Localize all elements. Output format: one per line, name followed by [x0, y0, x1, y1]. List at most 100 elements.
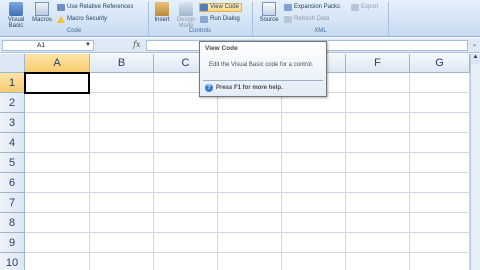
- cell-g9[interactable]: [410, 233, 470, 253]
- cell-f5[interactable]: [346, 153, 410, 173]
- cell-b10[interactable]: [90, 253, 154, 270]
- row-header-9[interactable]: 9: [0, 233, 25, 253]
- row-header-4[interactable]: 4: [0, 133, 25, 153]
- cell-c10[interactable]: [154, 253, 218, 270]
- cell-f3[interactable]: [346, 113, 410, 133]
- visual-basic-button[interactable]: Visual Basic: [4, 2, 28, 29]
- cell-f6[interactable]: [346, 173, 410, 193]
- cell-e6[interactable]: [282, 173, 346, 193]
- cell-e9[interactable]: [282, 233, 346, 253]
- cell-c8[interactable]: [154, 213, 218, 233]
- cell-c9[interactable]: [154, 233, 218, 253]
- cell-e3[interactable]: [282, 113, 346, 133]
- cell-a9[interactable]: [25, 233, 90, 253]
- cell-d6[interactable]: [218, 173, 282, 193]
- cell-b1[interactable]: [90, 73, 154, 93]
- select-all-corner[interactable]: [0, 54, 25, 73]
- cell-e10[interactable]: [282, 253, 346, 270]
- cell-b7[interactable]: [90, 193, 154, 213]
- cell-e8[interactable]: [282, 213, 346, 233]
- cell-b6[interactable]: [90, 173, 154, 193]
- cell-e4[interactable]: [282, 133, 346, 153]
- cell-a8[interactable]: [25, 213, 90, 233]
- cell-f9[interactable]: [346, 233, 410, 253]
- cell-a10[interactable]: [25, 253, 90, 270]
- cell-g2[interactable]: [410, 93, 470, 113]
- cell-b3[interactable]: [90, 113, 154, 133]
- macro-security-button[interactable]: Macro Security: [57, 15, 107, 24]
- cell-d4[interactable]: [218, 133, 282, 153]
- cell-g1[interactable]: [410, 73, 470, 93]
- cell-g8[interactable]: [410, 213, 470, 233]
- cell-b4[interactable]: [90, 133, 154, 153]
- cell-c6[interactable]: [154, 173, 218, 193]
- macros-button[interactable]: Macros: [30, 2, 54, 23]
- cell-f2[interactable]: [346, 93, 410, 113]
- cell-d10[interactable]: [218, 253, 282, 270]
- cell-a5[interactable]: [25, 153, 90, 173]
- xml-source-button[interactable]: Source: [257, 2, 281, 23]
- cell-f8[interactable]: [346, 213, 410, 233]
- column-header-g[interactable]: G: [410, 54, 470, 73]
- cell-b9[interactable]: [90, 233, 154, 253]
- row-header-7[interactable]: 7: [0, 193, 25, 213]
- cell-g4[interactable]: [410, 133, 470, 153]
- row-header-2[interactable]: 2: [0, 93, 25, 113]
- cell-d8[interactable]: [218, 213, 282, 233]
- row-header-5[interactable]: 5: [0, 153, 25, 173]
- cell-a4[interactable]: [25, 133, 90, 153]
- row-header-6[interactable]: 6: [0, 173, 25, 193]
- insert-control-button[interactable]: Insert: [151, 2, 173, 23]
- cell-c4[interactable]: [154, 133, 218, 153]
- cell-b2[interactable]: [90, 93, 154, 113]
- use-relative-references-button[interactable]: Use Relative References: [57, 3, 133, 12]
- row-header-8[interactable]: 8: [0, 213, 25, 233]
- cell-g6[interactable]: [410, 173, 470, 193]
- cell-d9[interactable]: [218, 233, 282, 253]
- cell-c3[interactable]: [154, 113, 218, 133]
- controls-group-label: Controls: [188, 28, 212, 34]
- expansion-packs-button[interactable]: Expansion Packs: [284, 3, 340, 12]
- cell-f7[interactable]: [346, 193, 410, 213]
- column-header-f[interactable]: F: [346, 54, 410, 73]
- cell-a3[interactable]: [25, 113, 90, 133]
- cell-b5[interactable]: [90, 153, 154, 173]
- cell-e5[interactable]: [282, 153, 346, 173]
- expansion-packs-icon: [284, 4, 292, 11]
- row-header-1[interactable]: 1: [0, 73, 25, 93]
- row-header-10[interactable]: 10: [0, 253, 25, 270]
- chevron-down-icon[interactable]: ▼: [85, 41, 91, 50]
- export-button[interactable]: Export: [351, 3, 378, 12]
- cell-c5[interactable]: [154, 153, 218, 173]
- cell-g7[interactable]: [410, 193, 470, 213]
- name-box[interactable]: A1 ▼: [2, 40, 94, 51]
- view-code-button[interactable]: View Code: [199, 3, 242, 12]
- cell-f10[interactable]: [346, 253, 410, 270]
- column-header-b[interactable]: B: [90, 54, 154, 73]
- column-header-a[interactable]: A: [25, 54, 90, 73]
- cell-g10[interactable]: [410, 253, 470, 270]
- xml-source-icon: [262, 2, 276, 16]
- cell-a6[interactable]: [25, 173, 90, 193]
- cell-b8[interactable]: [90, 213, 154, 233]
- cell-g3[interactable]: [410, 113, 470, 133]
- run-dialog-button[interactable]: Run Dialog: [200, 15, 240, 24]
- design-mode-button[interactable]: Design Mode: [175, 2, 197, 29]
- scroll-up-icon[interactable]: ▲: [471, 54, 480, 64]
- expand-formula-icon[interactable]: ⌄: [471, 41, 478, 50]
- insert-function-icon[interactable]: fx: [133, 40, 140, 49]
- cell-a2[interactable]: [25, 93, 90, 113]
- cell-a7[interactable]: [25, 193, 90, 213]
- cell-d7[interactable]: [218, 193, 282, 213]
- refresh-data-button[interactable]: Refresh Data: [284, 15, 329, 24]
- cell-c7[interactable]: [154, 193, 218, 213]
- cell-g5[interactable]: [410, 153, 470, 173]
- vertical-scrollbar[interactable]: ▲: [470, 54, 480, 270]
- cell-d5[interactable]: [218, 153, 282, 173]
- cell-f1[interactable]: [346, 73, 410, 93]
- active-cell-a1[interactable]: [24, 72, 90, 94]
- row-header-3[interactable]: 3: [0, 113, 25, 133]
- cell-f4[interactable]: [346, 133, 410, 153]
- cell-d3[interactable]: [218, 113, 282, 133]
- cell-e7[interactable]: [282, 193, 346, 213]
